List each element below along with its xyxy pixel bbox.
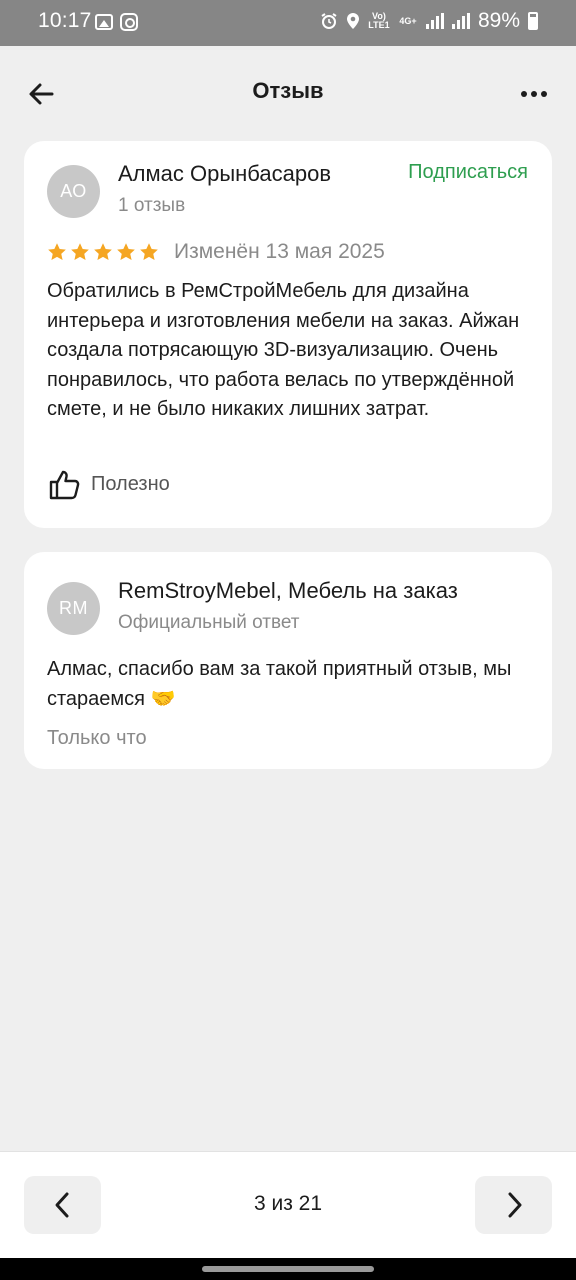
review-text: Обратились в РемСтройМебель для дизайна … xyxy=(47,280,520,420)
more-button[interactable] xyxy=(516,76,552,112)
more-horizontal-icon xyxy=(521,91,547,97)
status-indicators: Vo) LTE1 4G+ 89% xyxy=(320,9,538,33)
reply-card: RM RemStroyMebel, Мебель на заказ Официа… xyxy=(24,552,552,769)
useful-button[interactable]: Полезно xyxy=(47,467,170,501)
gallery-icon xyxy=(95,14,113,30)
review-card: АО Алмас Орынбасаров 1 отзыв Подписаться… xyxy=(24,141,552,528)
company-avatar[interactable]: RM xyxy=(47,582,100,635)
pager: 3 из 21 xyxy=(0,1151,576,1258)
battery-icon xyxy=(528,12,538,30)
star-icon xyxy=(94,243,112,260)
reply-text: Алмас, спасибо вам за такой приятный отз… xyxy=(47,658,512,710)
useful-label: Полезно xyxy=(91,472,170,495)
rating-stars xyxy=(47,242,159,262)
signal-icon xyxy=(425,13,444,29)
location-icon xyxy=(346,13,359,29)
avatar[interactable]: АО xyxy=(47,165,100,218)
alarm-icon xyxy=(321,13,337,29)
reply-author-name[interactable]: RemStroyMebel, Мебель на заказ xyxy=(118,578,458,604)
network-type-label: 4G+ xyxy=(399,15,417,26)
signal-2-icon xyxy=(451,13,470,29)
instagram-icon xyxy=(120,13,138,31)
home-indicator[interactable] xyxy=(202,1266,374,1272)
review-count: 1 отзыв xyxy=(118,195,186,216)
review-author-name[interactable]: Алмас Орынбасаров xyxy=(118,161,331,187)
page-title: Отзыв xyxy=(252,78,324,103)
subscribe-button[interactable]: Подписаться xyxy=(408,161,528,184)
header: Отзыв xyxy=(0,46,576,140)
system-nav-bar xyxy=(0,1258,576,1280)
thumbs-up-icon xyxy=(49,470,80,500)
reply-time: Только что xyxy=(47,727,147,749)
status-bar: 10:17 Vo) LTE1 4G+ 89% xyxy=(0,0,576,46)
volte-label: Vo) LTE1 xyxy=(368,11,390,30)
battery-percent: 89% xyxy=(477,9,520,32)
star-icon xyxy=(140,243,158,260)
next-button[interactable] xyxy=(475,1176,552,1234)
chevron-right-icon xyxy=(508,1192,521,1218)
status-time: 10:17 xyxy=(38,9,92,32)
star-icon xyxy=(48,243,66,260)
reply-subtitle: Официальный ответ xyxy=(118,612,300,633)
review-date: Изменён 13 мая 2025 xyxy=(174,240,385,263)
star-icon xyxy=(71,243,89,260)
star-icon xyxy=(117,243,135,260)
